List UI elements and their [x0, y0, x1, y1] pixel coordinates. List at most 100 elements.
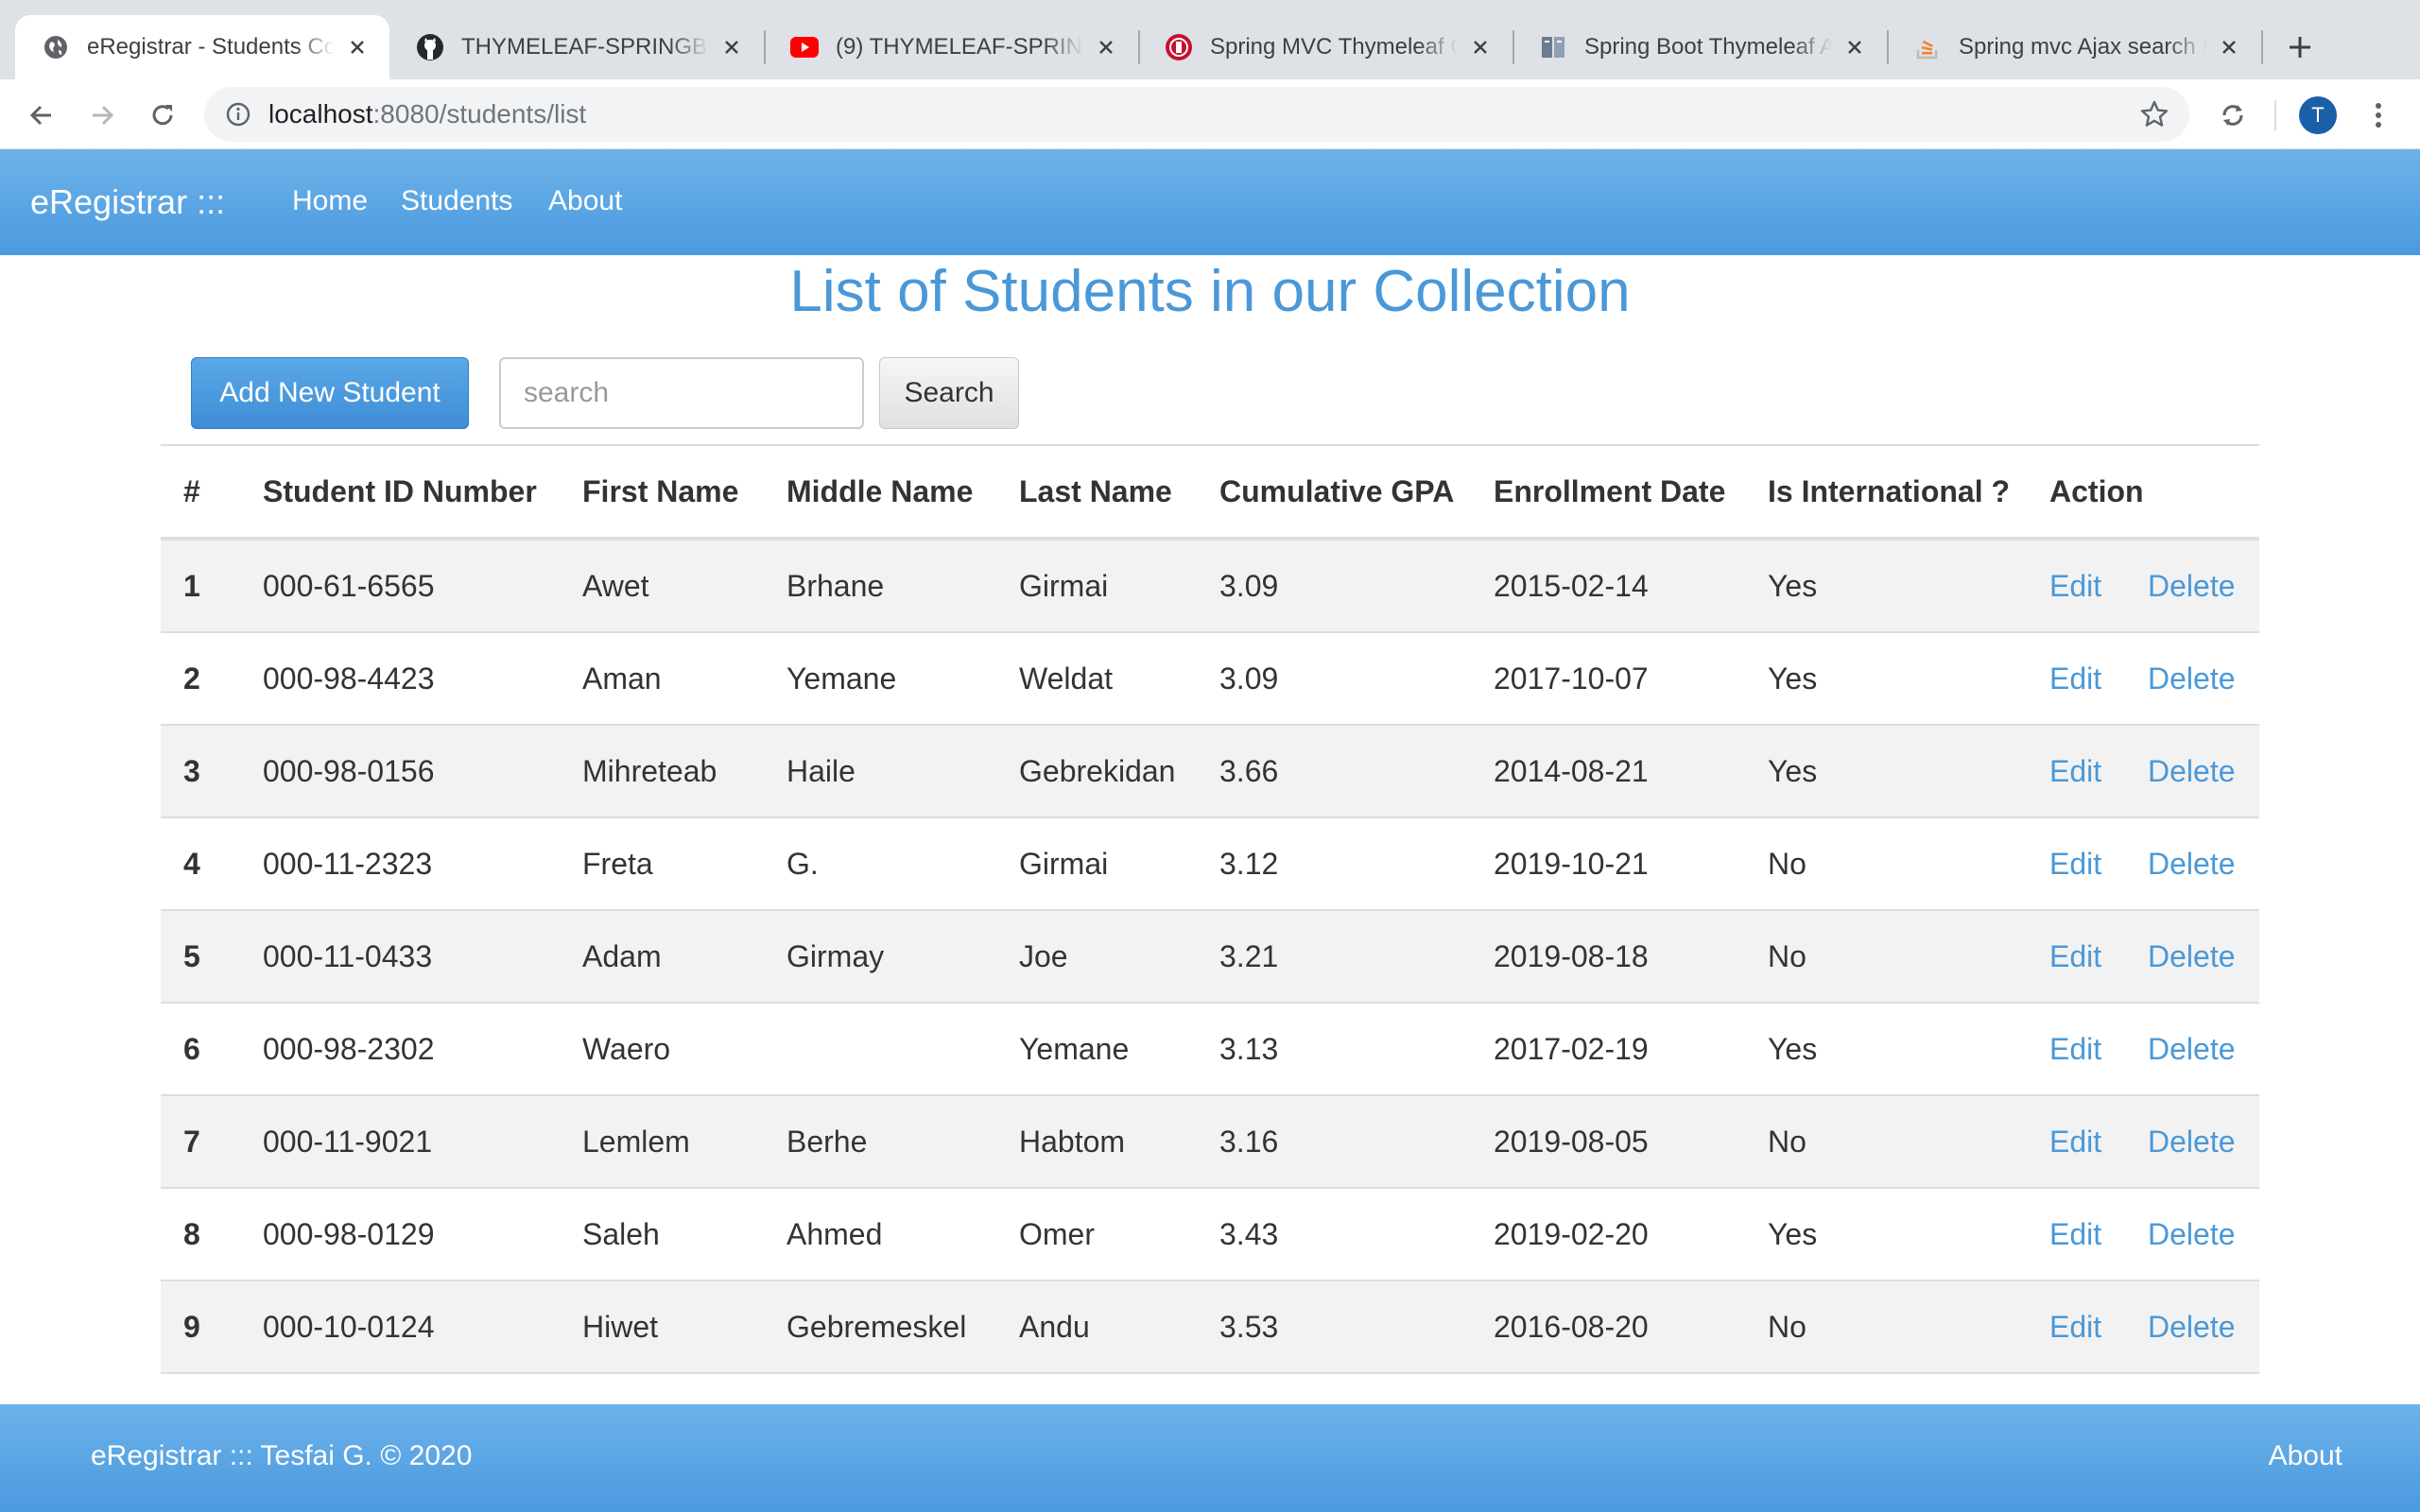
last-name: Yemane: [1019, 1031, 1130, 1066]
edit-link[interactable]: Edit: [2049, 541, 2101, 631]
globe-icon: [42, 33, 70, 61]
edit-link[interactable]: Edit: [2049, 1004, 2101, 1094]
column-header-student-id: Student ID Number: [263, 473, 537, 508]
app-footer: eRegistrar ::: Tesfai G. © 2020 About: [0, 1404, 2420, 1512]
page-title: List of Students in our Collection: [789, 259, 1631, 324]
gpa: 3.53: [1219, 1309, 1279, 1344]
forward-arrow-icon[interactable]: [83, 96, 121, 134]
close-icon[interactable]: [1467, 34, 1494, 60]
row-number: 3: [183, 753, 200, 788]
tab-title: Spring mvc Ajax search Form: [1959, 34, 2206, 60]
search-input[interactable]: [499, 357, 864, 429]
back-arrow-icon[interactable]: [23, 96, 60, 134]
nav-link-students[interactable]: Students: [401, 185, 512, 217]
first-name: Adam: [582, 938, 662, 973]
close-icon[interactable]: [344, 34, 371, 60]
table-row: 8 000-98-0129 Saleh Ahmed Omer 3.43 2019…: [161, 1189, 2259, 1281]
delete-link[interactable]: Delete: [2148, 911, 2236, 1002]
delete-link[interactable]: Delete: [2148, 1281, 2236, 1372]
enrollment-date: 2019-08-18: [1494, 938, 1649, 973]
browser-tab-1[interactable]: eRegistrar - Students Collection: [15, 15, 389, 79]
app-navbar: eRegistrar ::: Home Students About: [0, 149, 2420, 255]
brand-link[interactable]: eRegistrar :::: [30, 182, 225, 222]
enrollment-date: 2017-10-07: [1494, 661, 1649, 696]
middle-name: Berhe: [786, 1124, 868, 1159]
browser-toolbar: localhost:8080/students/list T: [0, 79, 2420, 149]
student-id: 000-98-4423: [263, 661, 435, 696]
info-icon[interactable]: [225, 101, 251, 128]
last-name: Girmai: [1019, 846, 1109, 881]
address-bar[interactable]: localhost:8080/students/list: [204, 87, 2189, 142]
edit-link[interactable]: Edit: [2049, 818, 2101, 909]
profile-avatar[interactable]: T: [2299, 96, 2337, 134]
delete-link[interactable]: Delete: [2148, 541, 2236, 631]
edit-link[interactable]: Edit: [2049, 1189, 2101, 1280]
delete-link[interactable]: Delete: [2148, 633, 2236, 724]
edit-link[interactable]: Edit: [2049, 633, 2101, 724]
gpa: 3.66: [1219, 753, 1279, 788]
browser-tab-2[interactable]: THYMELEAF-SPRINGBOOT: [389, 15, 764, 79]
browser-tab-6[interactable]: Spring mvc Ajax search Form: [1887, 15, 2261, 79]
add-new-student-button[interactable]: Add New Student: [191, 357, 469, 429]
close-icon[interactable]: [1841, 34, 1868, 60]
search-button[interactable]: Search: [879, 357, 1019, 429]
table-row: 3 000-98-0156 Mihreteab Haile Gebrekidan…: [161, 726, 2259, 818]
middle-name: Ahmed: [786, 1216, 883, 1251]
edit-link[interactable]: Edit: [2049, 911, 2101, 1002]
delete-link[interactable]: Delete: [2148, 1096, 2236, 1187]
middle-name: Gebremeskel: [786, 1309, 967, 1344]
student-id: 000-61-6565: [263, 568, 435, 603]
middle-name: Girmay: [786, 938, 885, 973]
close-icon[interactable]: [2216, 34, 2242, 60]
is-international: Yes: [1768, 1031, 1818, 1066]
table-row: 1 000-61-6565 Awet Brhane Girmai 3.09 20…: [161, 541, 2259, 633]
students-table: # Student ID Number First Name Middle Na…: [161, 444, 2259, 1374]
nav-link-home[interactable]: Home: [292, 185, 368, 217]
url-path: :8080/students/list: [372, 99, 587, 129]
nav-link-about[interactable]: About: [548, 185, 622, 217]
first-name: Aman: [582, 661, 662, 696]
column-header-number: #: [183, 473, 200, 508]
last-name: Girmai: [1019, 568, 1109, 603]
row-number: 9: [183, 1309, 200, 1344]
close-icon[interactable]: [718, 34, 745, 60]
row-number: 4: [183, 846, 200, 881]
edit-link[interactable]: Edit: [2049, 1096, 2101, 1187]
column-header-middle-name: Middle Name: [786, 473, 974, 508]
bookmark-star-icon[interactable]: [2138, 98, 2170, 130]
new-tab-icon[interactable]: [2281, 28, 2319, 66]
delete-link[interactable]: Delete: [2148, 1189, 2236, 1280]
table-row: 4 000-11-2323 Freta G. Girmai 3.12 2019-…: [161, 818, 2259, 911]
last-name: Joe: [1019, 938, 1068, 973]
student-id: 000-98-2302: [263, 1031, 435, 1066]
more-menu-icon[interactable]: [2360, 96, 2397, 134]
is-international: Yes: [1768, 661, 1818, 696]
browser-tab-5[interactable]: Spring Boot Thymeleaf Ajax: [1512, 15, 1887, 79]
sync-icon[interactable]: [2214, 96, 2252, 134]
student-id: 000-98-0156: [263, 753, 435, 788]
delete-link[interactable]: Delete: [2148, 726, 2236, 816]
edit-link[interactable]: Edit: [2049, 726, 2101, 816]
gpa: 3.09: [1219, 661, 1279, 696]
column-header-first-name: First Name: [582, 473, 739, 508]
enrollment-date: 2015-02-14: [1494, 568, 1649, 603]
last-name: Gebrekidan: [1019, 753, 1176, 788]
stackoverflow-icon: [1913, 33, 1942, 61]
browser-tab-3[interactable]: (9) THYMELEAF-SPRING: [764, 15, 1138, 79]
browser-tab-4[interactable]: Spring MVC Thymeleaf CRUD: [1138, 15, 1512, 79]
tab-title: Spring Boot Thymeleaf Ajax: [1584, 34, 1832, 60]
edit-link[interactable]: Edit: [2049, 1281, 2101, 1372]
row-number: 7: [183, 1124, 200, 1159]
close-icon[interactable]: [1093, 34, 1119, 60]
tab-title: Spring MVC Thymeleaf CRUD: [1210, 34, 1458, 60]
first-name: Awet: [582, 568, 649, 603]
footer-about-link[interactable]: About: [2269, 1440, 2342, 1472]
column-header-enrollment-date: Enrollment Date: [1494, 473, 1726, 508]
is-international: Yes: [1768, 1216, 1818, 1251]
reload-icon[interactable]: [144, 96, 182, 134]
gpa: 3.16: [1219, 1124, 1279, 1159]
middle-name: Brhane: [786, 568, 885, 603]
delete-link[interactable]: Delete: [2148, 818, 2236, 909]
tab-separator: [2261, 30, 2263, 64]
delete-link[interactable]: Delete: [2148, 1004, 2236, 1094]
